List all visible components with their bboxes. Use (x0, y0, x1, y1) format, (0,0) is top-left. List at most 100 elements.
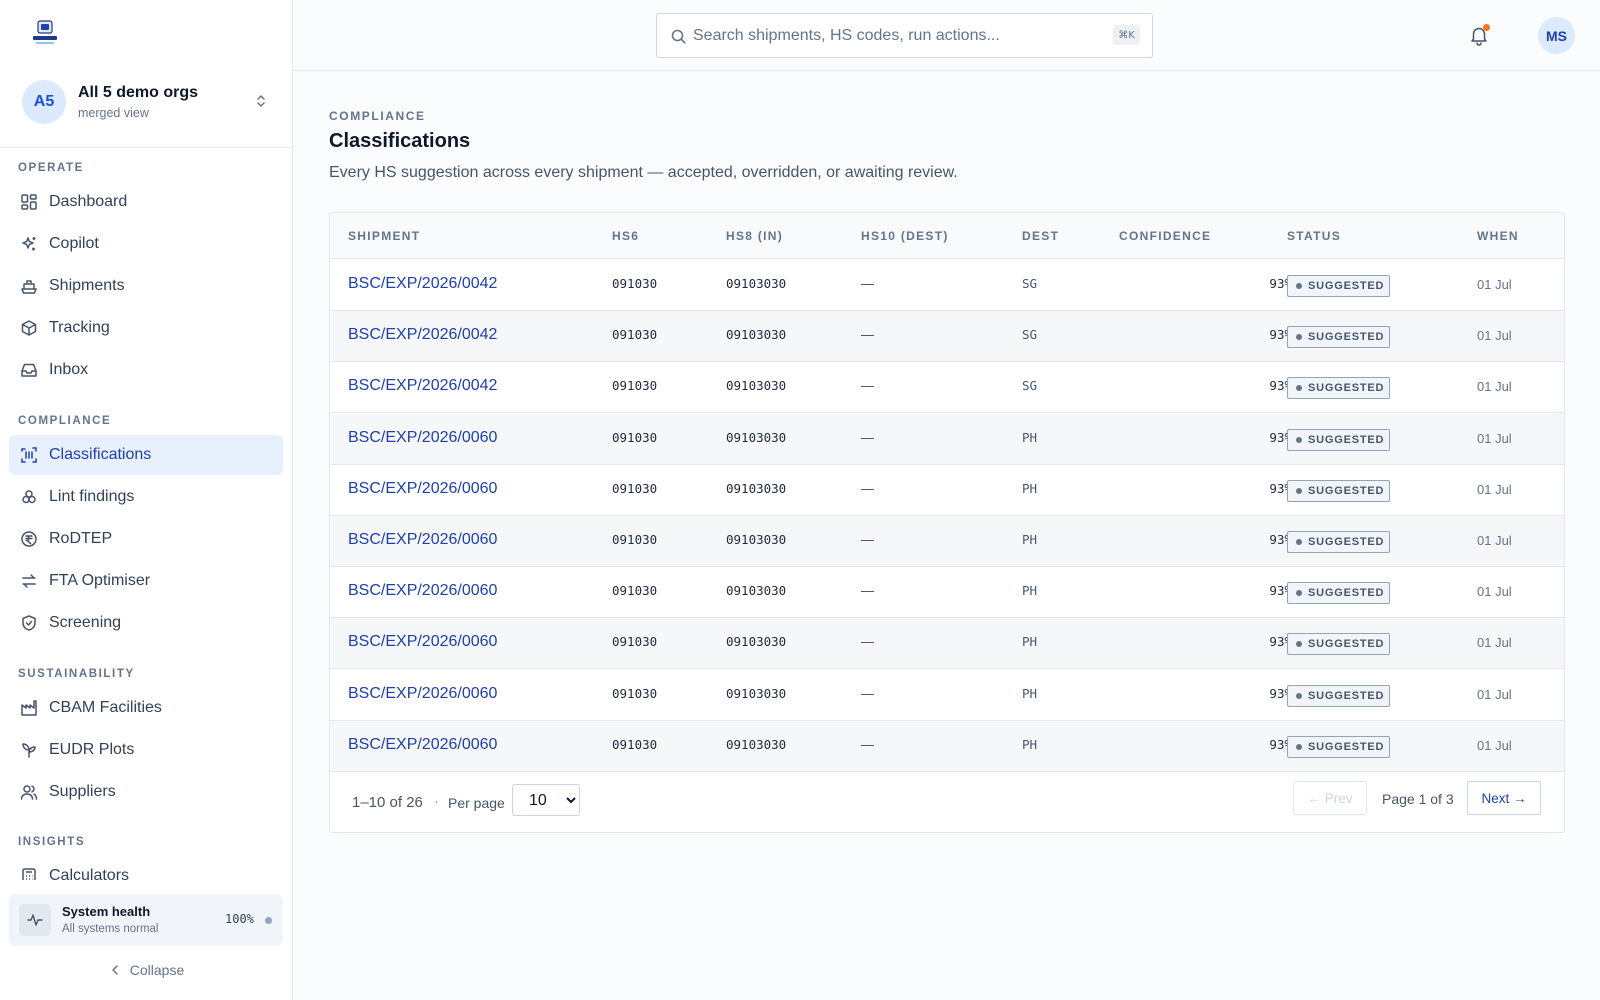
hs10-code: — (861, 736, 874, 752)
table-row[interactable]: BSC/EXP/2026/0060 091030 09103030 — PH 93% SUG… (330, 720, 1564, 772)
prev-page-button[interactable]: ← Prev (1293, 781, 1367, 815)
sidebar-item-fta-optimiser[interactable]: FTA Optimiser (9, 561, 283, 601)
shipment-link[interactable]: BSC/EXP/2026/0060 (348, 582, 497, 600)
destination-code: PH (1022, 429, 1038, 445)
table-row[interactable]: BSC/EXP/2026/0042 091030 09103030 — SG 93% SUG… (330, 362, 1564, 414)
column-header-when[interactable]: WHEN (1477, 229, 1519, 243)
confidence-value: 93% (1269, 276, 1292, 291)
sidebar-item-label: EUDR Plots (49, 741, 135, 758)
hs10-code: — (861, 583, 874, 599)
sidebar-item-label: Shipments (49, 277, 125, 294)
sidebar-item-classifications[interactable]: Classifications (9, 435, 283, 475)
app-logo[interactable] (30, 20, 60, 48)
column-header-hs8[interactable]: HS8 (IN) (726, 229, 783, 243)
table-row[interactable]: BSC/EXP/2026/0060 091030 09103030 — PH 93% SUG… (330, 516, 1564, 567)
sidebar-item-shipments[interactable]: Shipments (9, 266, 283, 306)
hs6-code: 091030 (612, 634, 658, 650)
confidence-value: 93% (1269, 327, 1292, 343)
dashboard-icon (21, 194, 37, 210)
hs6-code: 091030 (612, 276, 658, 291)
destination-code: PH (1022, 583, 1038, 599)
shortcut-hint: ⌘K (1113, 25, 1140, 45)
sidebar-item-screening[interactable]: Screening (9, 603, 283, 643)
hs10-code: — (861, 532, 874, 547)
sprout-icon (22, 743, 36, 758)
nav-section-compliance: COMPLIANCE (18, 415, 112, 427)
column-header-status[interactable]: STATUS (1287, 229, 1341, 243)
table-row[interactable]: BSC/EXP/2026/0060 091030 09103030 — PH 93% SUG… (330, 465, 1564, 516)
org-switcher[interactable]: A5 All 5 demo orgs merged view (0, 70, 292, 148)
page-eyebrow: COMPLIANCE (329, 109, 426, 123)
shipment-link[interactable]: BSC/EXP/2026/0060 (348, 531, 497, 549)
status-label: SUGGESTED (1308, 587, 1385, 600)
search-box[interactable]: ⌘K (656, 13, 1153, 58)
sidebar-item-tracking[interactable]: Tracking (9, 308, 283, 348)
sparkles-icon (22, 237, 36, 251)
column-header-confidence[interactable]: CONFIDENCE (1119, 229, 1211, 243)
destination-code: PH (1022, 480, 1038, 496)
status-dot (1296, 641, 1302, 648)
table-row[interactable]: BSC/EXP/2026/0060 091030 09103030 — PH 93% SUG… (330, 413, 1564, 465)
confidence-value: 93% (1269, 634, 1292, 650)
shipment-link[interactable]: BSC/EXP/2026/0060 (348, 736, 497, 754)
shipment-link[interactable]: BSC/EXP/2026/0060 (348, 429, 497, 447)
org-avatar: A5 (22, 80, 66, 124)
sidebar-item-dashboard[interactable]: Dashboard (9, 182, 283, 222)
shipment-link[interactable]: BSC/EXP/2026/0060 (348, 480, 497, 498)
page-description: Every HS suggestion across every shipmen… (329, 164, 958, 181)
hs8-code: 09103030 (726, 276, 787, 291)
user-avatar[interactable]: MS (1538, 17, 1575, 54)
hs8-code: 09103030 (726, 327, 787, 343)
column-header-shipment[interactable]: SHIPMENT (348, 229, 420, 243)
sidebar-item-rodtep[interactable]: RoDTEP (9, 519, 283, 559)
column-header-dest[interactable]: DEST (1022, 229, 1059, 243)
sidebar-item-suppliers[interactable]: Suppliers (9, 772, 283, 812)
status-dot (1296, 487, 1302, 494)
sidebar-item-label: CBAM Facilities (49, 699, 162, 716)
sidebar-item-eudr-plots[interactable]: EUDR Plots (9, 730, 283, 770)
table-row[interactable]: BSC/EXP/2026/0042 091030 09103030 — SG 93% SUG… (330, 311, 1564, 363)
search-icon (671, 29, 686, 44)
sidebar-item-copilot[interactable]: Copilot (9, 224, 283, 264)
per-page-select[interactable]: 10 (512, 784, 580, 816)
shipment-link[interactable]: BSC/EXP/2026/0042 (348, 326, 497, 344)
hs10-code: — (861, 685, 874, 701)
table-header: SHIPMENT HS6 HS8 (IN) HS10 (DEST) DEST C… (330, 213, 1564, 259)
timestamp: 01 Jul (1477, 635, 1512, 651)
shipment-link[interactable]: BSC/EXP/2026/0042 (348, 377, 497, 395)
status-label: SUGGESTED (1308, 484, 1385, 497)
sidebar-item-label: Screening (49, 614, 122, 631)
sidebar-item-cbam-facilities[interactable]: CBAM Facilities (9, 688, 283, 728)
sidebar-item-lint-findings[interactable]: Lint findings (9, 477, 283, 517)
shipment-link[interactable]: BSC/EXP/2026/0042 (348, 275, 497, 293)
status-dot (1296, 590, 1302, 597)
scan-barcode-icon (21, 447, 37, 463)
table-row[interactable]: BSC/EXP/2026/0060 091030 09103030 — PH 93% SUG… (330, 670, 1564, 721)
classifications-table: SHIPMENT HS6 HS8 (IN) HS10 (DEST) DEST C… (329, 212, 1565, 833)
sidebar-nav: OPERATE Dashboard Copilot Shipments Trac… (0, 148, 292, 880)
table-row[interactable]: BSC/EXP/2026/0060 091030 09103030 — PH 93% SUG… (330, 567, 1564, 619)
shipment-link[interactable]: BSC/EXP/2026/0060 (348, 633, 497, 651)
nav-section-sustainability: SUSTAINABILITY (18, 668, 135, 680)
hs6-code: 091030 (612, 480, 658, 496)
shipment-link[interactable]: BSC/EXP/2026/0060 (348, 685, 497, 703)
nav-section-insights: INSIGHTS (18, 836, 86, 848)
next-page-button[interactable]: Next → (1467, 781, 1541, 815)
system-health-card[interactable]: System health All systems normal 100% (9, 894, 283, 946)
status-dot (1296, 539, 1302, 545)
sidebar-item-inbox[interactable]: Inbox (9, 350, 283, 390)
column-header-hs6[interactable]: HS6 (612, 229, 639, 243)
confidence-value: 93% (1269, 685, 1292, 701)
hs6-code: 091030 (612, 685, 658, 701)
sidebar-item-calculators[interactable]: Calculators (9, 856, 283, 880)
table-row[interactable]: BSC/EXP/2026/0042 091030 09103030 — SG 93% SUG… (330, 260, 1564, 311)
hs10-code: — (861, 634, 874, 650)
hs8-code: 09103030 (726, 583, 787, 599)
org-subtitle: merged view (78, 106, 149, 120)
hs10-code: — (861, 276, 874, 291)
table-row[interactable]: BSC/EXP/2026/0060 091030 09103030 — PH 93% SUG… (330, 618, 1564, 670)
system-health-value: 100% (225, 912, 254, 926)
collapse-sidebar-button[interactable]: Collapse (0, 958, 292, 982)
column-header-hs10[interactable]: HS10 (DEST) (861, 229, 949, 243)
search-input[interactable] (693, 23, 1093, 49)
